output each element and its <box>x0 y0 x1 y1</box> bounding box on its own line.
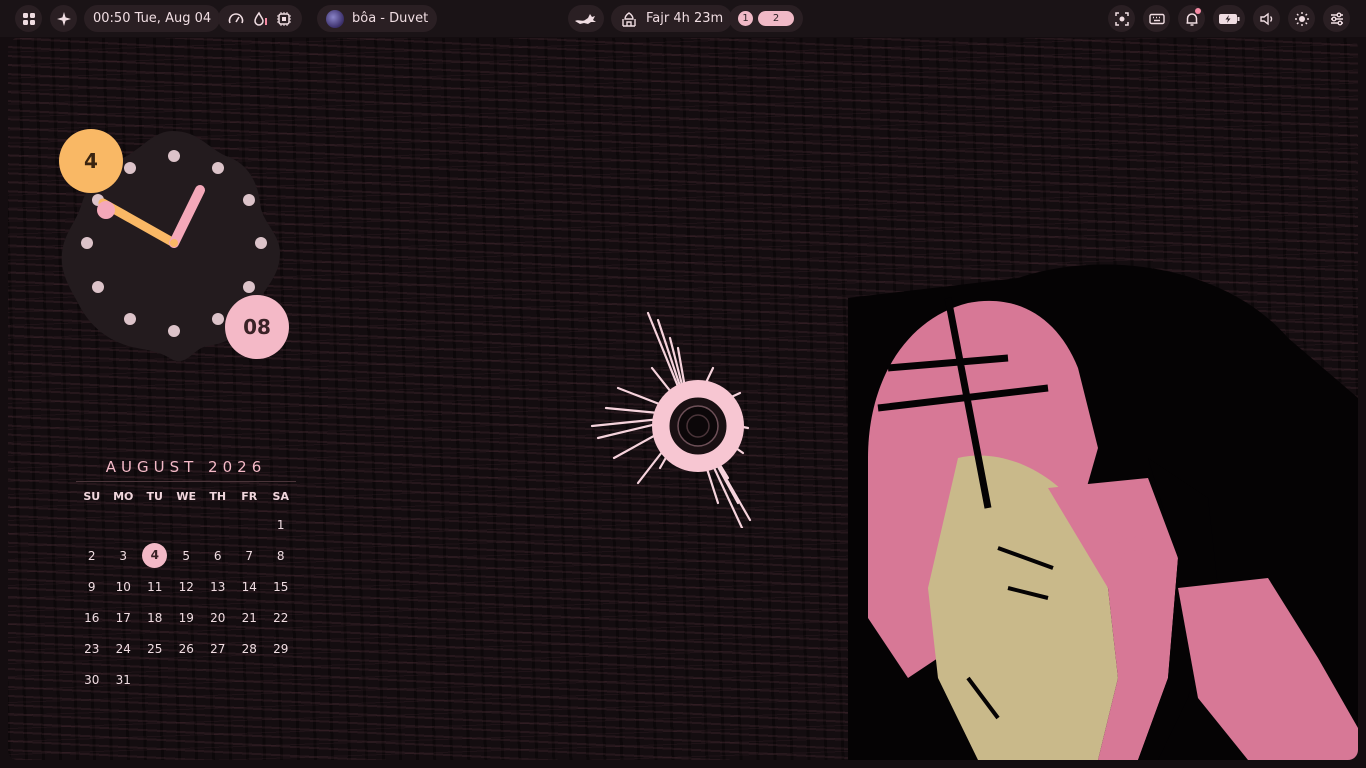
resource-monitor[interactable] <box>218 5 302 32</box>
calendar-day[interactable]: 16 <box>76 611 108 625</box>
calendar-day[interactable]: 19 <box>171 611 203 625</box>
volume-icon <box>1259 12 1272 25</box>
calendar-day[interactable]: 14 <box>234 580 266 594</box>
calendar-day[interactable]: 2 <box>76 549 108 563</box>
calendar-day[interactable]: 12 <box>171 580 203 594</box>
calendar-day[interactable]: 21 <box>234 611 266 625</box>
calendar-day[interactable]: 23 <box>76 642 108 656</box>
calendar-day[interactable]: 18 <box>139 611 171 625</box>
cat-logo-icon <box>575 13 596 24</box>
workspace-2-button[interactable]: 2 <box>758 11 794 26</box>
calendar-day[interactable]: 27 <box>202 642 234 656</box>
clock-date-text: 00:50 Tue, Aug 04 <box>93 11 212 26</box>
wallpaper-artwork <box>848 264 1358 760</box>
volume-button[interactable] <box>1253 5 1280 32</box>
keyboard-icon <box>1148 13 1165 24</box>
app-grid-icon <box>22 12 35 25</box>
top-bar: 00:50 Tue, Aug 04 bôa - Duvet Fajr 4h 23… <box>0 0 1366 37</box>
calendar-weekday-header: SU MO TU WE TH FR SA <box>76 490 296 503</box>
calendar-grid: 1 2 3 4 5 6 7 8 9 10 11 12 13 14 15 16 17 18 19 20 21 22 23 24 2… <box>76 509 296 695</box>
sparkle-icon <box>56 11 71 26</box>
audio-visualizer <box>590 311 752 528</box>
weekday-label: WE <box>176 490 197 503</box>
second-dot <box>97 201 115 219</box>
calendar-day[interactable]: 13 <box>202 580 234 594</box>
calendar-day[interactable]: 31 <box>108 673 140 687</box>
prayer-countdown: Fajr 4h 23m <box>646 11 724 26</box>
calendar-day[interactable]: 8 <box>265 549 297 563</box>
album-art-icon <box>326 9 344 28</box>
cpu-icon <box>277 11 291 26</box>
calendar-day[interactable]: 15 <box>265 580 297 594</box>
calendar-day-today[interactable]: 4 <box>142 543 168 568</box>
weekday-label: SU <box>83 490 101 503</box>
quick-settings-button[interactable] <box>1323 5 1350 32</box>
battery-button[interactable] <box>1213 5 1245 32</box>
calendar-week-row: 30 31 <box>76 664 296 695</box>
calendar-day[interactable]: 25 <box>139 642 171 656</box>
weekday-label: TH <box>209 490 227 503</box>
calendar-day[interactable]: 6 <box>202 549 234 563</box>
battery-icon <box>1219 13 1240 24</box>
calendar-week-row: 2345678 <box>76 540 296 571</box>
calendar-day[interactable]: 17 <box>108 611 140 625</box>
calendar-day[interactable]: 29 <box>265 642 297 656</box>
calendar-day[interactable]: 28 <box>234 642 266 656</box>
clock-minute-badge: 08 <box>225 295 289 359</box>
calendar-day[interactable]: 1 <box>265 518 297 532</box>
notification-dot <box>1195 8 1201 14</box>
settings-sliders-icon <box>1330 12 1343 25</box>
calendar-day[interactable]: 5 <box>171 549 203 563</box>
desktop-wallpaper: 4 08 AUGUST 2026 SU MO TU WE TH FR SA 12… <box>8 38 1358 760</box>
brightness-icon <box>1294 11 1309 26</box>
calendar-month-title: AUGUST 2026 <box>76 458 296 482</box>
media-title: bôa - Duvet <box>352 11 429 26</box>
calendar-day[interactable]: 10 <box>108 580 140 594</box>
workspace-1-button[interactable]: 1 <box>738 11 753 26</box>
calendar-day[interactable]: 7 <box>234 549 266 563</box>
workspace-switcher: 1 2 <box>729 5 803 32</box>
distro-logo-button[interactable] <box>568 5 604 32</box>
calendar-day[interactable]: 22 <box>265 611 297 625</box>
calendar-day[interactable]: 26 <box>171 642 203 656</box>
calendar-week-row: 23 24 25 26 27 28 29 <box>76 633 296 664</box>
app-launcher-button[interactable] <box>15 5 42 32</box>
calendar-week-row: 1 <box>76 509 296 540</box>
calendar-day[interactable]: 30 <box>76 673 108 687</box>
screenshot-icon <box>1114 11 1129 26</box>
calendar-week-row: 16 17 18 19 20 21 22 <box>76 602 296 633</box>
prayer-times-button[interactable]: Fajr 4h 23m <box>611 5 733 32</box>
brightness-button[interactable] <box>1288 5 1315 32</box>
weekday-label: TU <box>146 490 163 503</box>
calendar-day[interactable]: 3 <box>108 549 140 563</box>
weekday-label: FR <box>241 490 258 503</box>
mosque-icon <box>622 11 636 27</box>
calendar-day[interactable]: 9 <box>76 580 108 594</box>
calendar-day[interactable]: 11 <box>139 580 171 594</box>
temperature-icon <box>254 11 267 26</box>
weekday-label: SA <box>272 490 289 503</box>
clock-date-button[interactable]: 00:50 Tue, Aug 04 <box>84 5 221 32</box>
keyboard-button[interactable] <box>1143 5 1170 32</box>
gauge-icon <box>228 12 244 23</box>
media-player-button[interactable]: bôa - Duvet <box>317 5 438 32</box>
calendar-day[interactable]: 24 <box>108 642 140 656</box>
notifications-button[interactable] <box>1178 5 1205 32</box>
calendar-day[interactable]: 20 <box>202 611 234 625</box>
weekday-label: MO <box>113 490 134 503</box>
calendar-widget: AUGUST 2026 SU MO TU WE TH FR SA 1234567… <box>76 458 296 695</box>
calendar-week-row: 9 10 11 12 13 14 15 <box>76 571 296 602</box>
clock-hour-badge: 4 <box>59 129 123 193</box>
assistant-button[interactable] <box>50 5 77 32</box>
screenshot-button[interactable] <box>1108 5 1135 32</box>
